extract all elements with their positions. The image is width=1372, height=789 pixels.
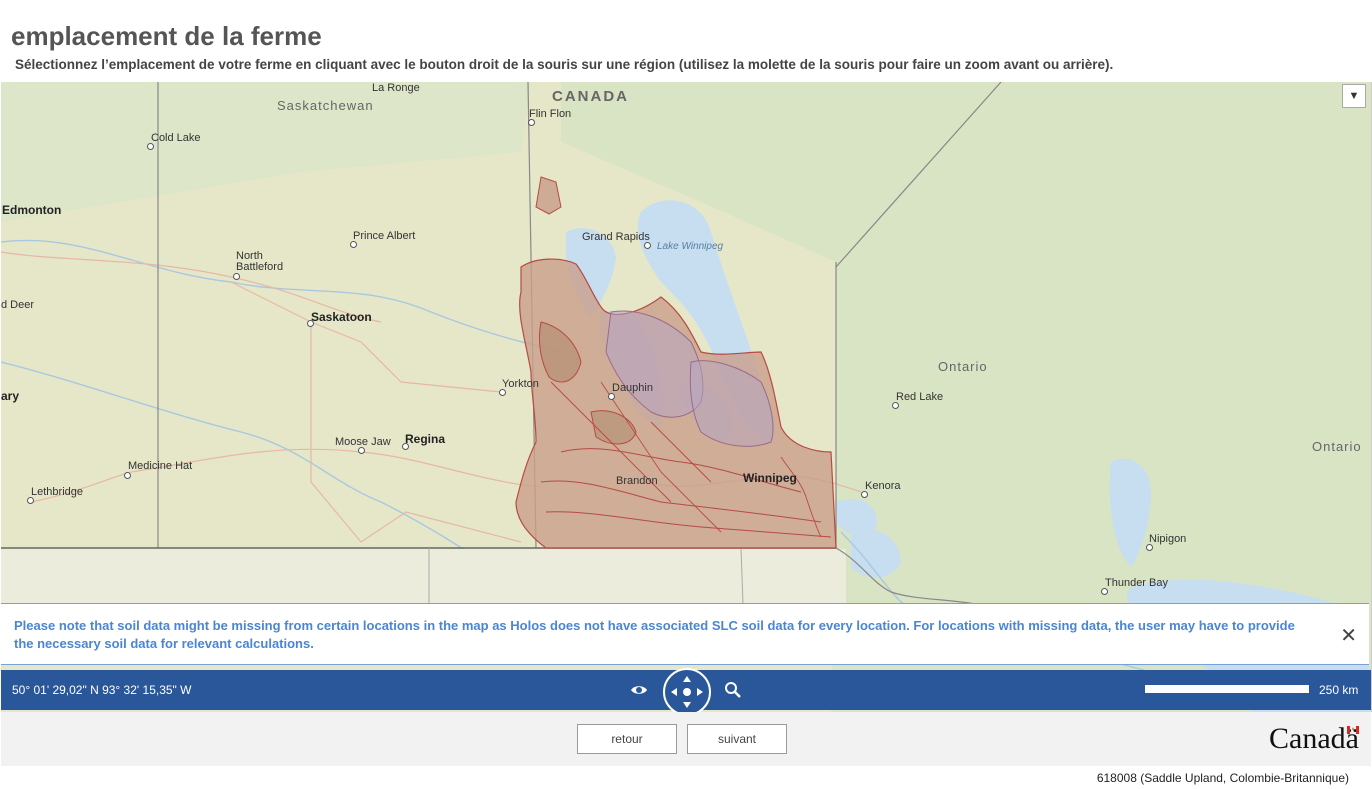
city-marker	[499, 389, 506, 396]
label-lake-winnipeg: Lake Winnipeg	[657, 241, 724, 252]
scale-label: 250 km	[1319, 683, 1359, 697]
label-winnipeg: Winnipeg	[743, 471, 797, 485]
selected-location-status: 618008 (Saddle Upland, Colombie-Britanni…	[1096, 771, 1349, 785]
navigation-footer: retour suivant Canadä	[1, 712, 1371, 767]
city-marker	[233, 273, 240, 280]
label-regina: Regina	[405, 432, 446, 446]
city-marker	[27, 497, 34, 504]
label-red-deer: d Deer	[1, 299, 35, 311]
city-marker	[358, 447, 365, 454]
label-prince-albert: Prince Albert	[353, 230, 416, 242]
label-medicine-hat: Medicine Hat	[128, 460, 193, 472]
city-marker	[1101, 588, 1108, 595]
city-marker	[528, 119, 535, 126]
next-button[interactable]: suivant	[687, 724, 787, 754]
city-marker	[307, 320, 314, 327]
label-nipigon: Nipigon	[1149, 533, 1187, 545]
zoom-icon[interactable]	[723, 680, 743, 700]
label-edmonton: Edmonton	[2, 203, 62, 217]
city-marker	[147, 143, 154, 150]
navigation-pan-icon[interactable]	[663, 668, 711, 716]
label-north-battleford-line2: Battleford	[236, 261, 284, 273]
instructions-text: Sélectionnez l’emplacement de votre ferm…	[15, 57, 1114, 72]
back-button[interactable]: retour	[577, 724, 677, 754]
coordinates-readout: 50° 01' 29,02" N 93° 32' 15,35" W	[12, 683, 192, 697]
label-lethbridge: Lethbridge	[31, 486, 83, 498]
city-marker	[402, 443, 409, 450]
city-marker	[608, 393, 615, 400]
label-calgary: ary	[1, 389, 20, 403]
page-header: emplacement de la ferme Sélectionnez l’e…	[0, 0, 1372, 82]
label-grand-rapids: Grand Rapids	[582, 231, 650, 243]
page-title: emplacement de la ferme	[11, 21, 322, 51]
label-kenora: Kenora	[865, 480, 901, 492]
canada-wordmark-logo: Canadä	[1269, 722, 1359, 755]
city-marker	[124, 472, 131, 479]
label-la-ronge: La Ronge	[372, 82, 420, 94]
label-brandon: Brandon	[616, 475, 658, 487]
city-marker	[861, 491, 868, 498]
label-dauphin: Dauphin	[612, 382, 653, 394]
scale-bar	[1145, 685, 1309, 693]
canada-flag-icon	[1347, 726, 1359, 734]
city-marker	[1146, 544, 1153, 551]
eye-icon[interactable]	[629, 680, 649, 700]
city-marker	[892, 402, 899, 409]
status-bar: 618008 (Saddle Upland, Colombie-Britanni…	[1, 766, 1371, 789]
close-icon[interactable]: ✕	[1340, 623, 1357, 648]
map-layer-dropdown[interactable]: ▼	[1342, 84, 1366, 108]
city-marker	[350, 241, 357, 248]
label-canada: CANADA	[552, 88, 629, 105]
label-ontario-east: Ontario	[1312, 439, 1362, 454]
label-yorkton: Yorkton	[502, 378, 539, 390]
chevron-down-icon: ▼	[1348, 90, 1360, 102]
label-saskatchewan: Saskatchewan	[277, 98, 374, 113]
city-marker	[644, 242, 651, 249]
label-thunder-bay: Thunder Bay	[1105, 577, 1168, 589]
label-moose-jaw: Moose Jaw	[335, 436, 391, 448]
label-cold-lake: Cold Lake	[151, 132, 201, 144]
soil-polygon-layer	[535, 176, 562, 215]
notice-text: Please note that soil data might be miss…	[14, 618, 1295, 651]
map-toolbar: 50° 01' 29,02" N 93° 32' 15,35" W 250 km	[1, 668, 1371, 716]
label-flin-flon: Flin Flon	[529, 108, 572, 120]
soil-data-notice: Please note that soil data might be miss…	[1, 603, 1369, 665]
label-ontario: Ontario	[938, 359, 988, 374]
label-saskatoon: Saskatoon	[311, 310, 372, 324]
label-red-lake: Red Lake	[896, 391, 944, 403]
